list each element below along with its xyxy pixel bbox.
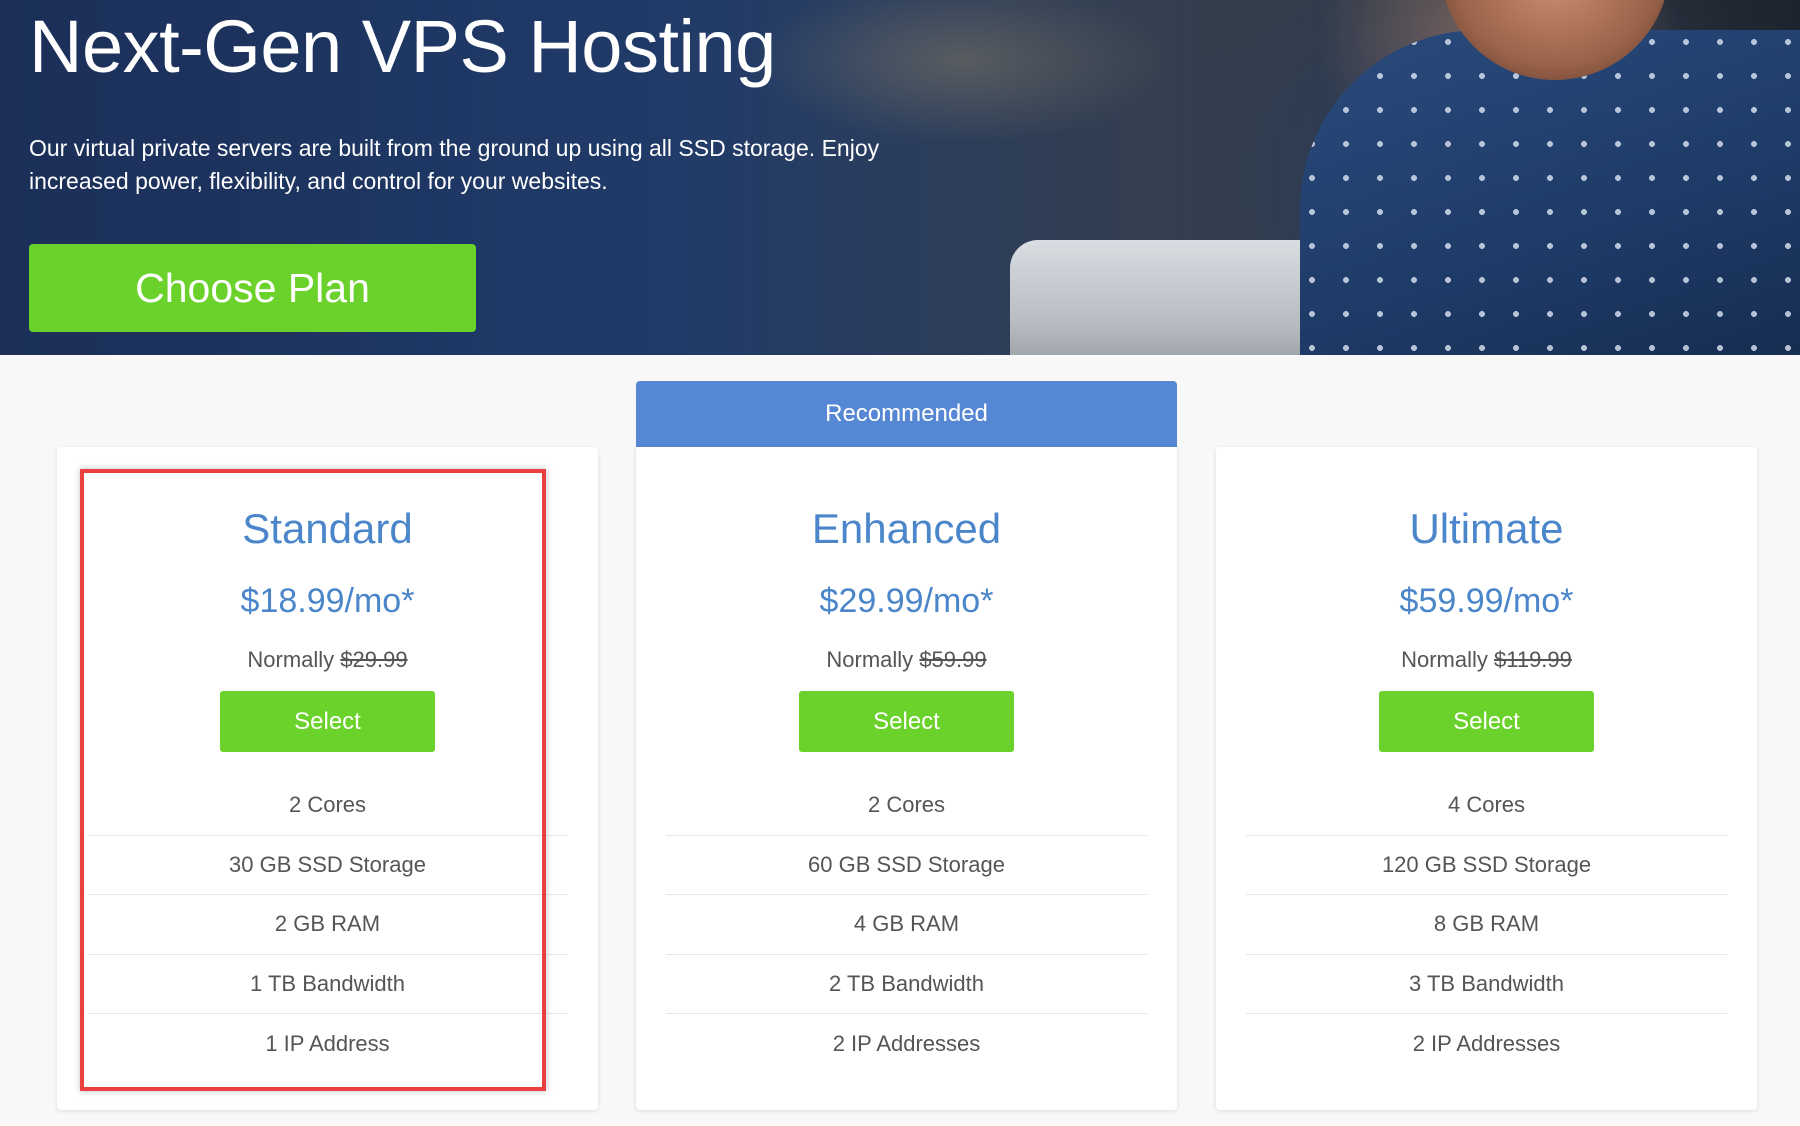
- feature-ip: 2 IP Addresses: [832, 1030, 981, 1056]
- normally-label: Normally: [247, 647, 335, 672]
- feature-cores: 2 Cores: [666, 776, 1147, 836]
- select-standard-button[interactable]: Select: [220, 691, 435, 752]
- normally-label: Normally: [1401, 647, 1488, 672]
- feature-bandwidth: 3 TB Bandwidth: [1246, 955, 1727, 1014]
- hero-description: Our virtual private servers are built fr…: [29, 135, 880, 194]
- plan-normal-price: Normally $59.99: [636, 647, 1177, 673]
- plan-card-enhanced: Enhanced $29.99/mo* Normally $59.99 Sele…: [636, 447, 1177, 1110]
- plan-name: Standard: [242, 505, 413, 552]
- select-ultimate-button[interactable]: Select: [1379, 691, 1594, 752]
- feature-bandwidth: 1 TB Bandwidth: [87, 955, 568, 1014]
- feature-list: 2 Cores 30 GB SSD Storage 2 GB RAM 1 TB …: [87, 776, 568, 1074]
- hero-title: Next-Gen VPS Hosting: [29, 5, 776, 88]
- feature-ip: 1 IP Address: [265, 1030, 390, 1056]
- original-price: $119.99: [1494, 647, 1572, 672]
- plan-name: Enhanced: [811, 505, 1002, 552]
- original-price: $29.99: [340, 647, 408, 672]
- feature-storage: 30 GB SSD Storage: [87, 836, 568, 895]
- hero-banner: Next-Gen VPS Hosting Our virtual private…: [0, 0, 1800, 355]
- select-enhanced-button[interactable]: Select: [799, 691, 1014, 752]
- plan-card-ultimate: Ultimate $59.99/mo* Normally $119.99 Sel…: [1216, 447, 1757, 1110]
- feature-bandwidth: 2 TB Bandwidth: [666, 955, 1147, 1014]
- plan-price: $18.99/mo*: [240, 582, 415, 620]
- feature-storage: 60 GB SSD Storage: [666, 836, 1147, 895]
- plan-normal-price: Normally $119.99: [1216, 647, 1757, 673]
- recommended-ribbon: Recommended: [636, 381, 1177, 447]
- original-price: $59.99: [919, 647, 987, 672]
- choose-plan-button[interactable]: Choose Plan: [29, 244, 476, 332]
- feature-ram: 2 GB RAM: [87, 895, 568, 955]
- feature-cores: 2 Cores: [87, 776, 568, 836]
- feature-list: 2 Cores 60 GB SSD Storage 4 GB RAM 2 TB …: [666, 776, 1147, 1074]
- normally-label: Normally: [826, 647, 914, 672]
- plan-normal-price: Normally $29.99: [57, 647, 598, 673]
- feature-cores: 4 Cores: [1246, 776, 1727, 836]
- feature-storage: 120 GB SSD Storage: [1246, 836, 1727, 895]
- feature-ram: 8 GB RAM: [1246, 895, 1727, 955]
- plan-price: $29.99/mo*: [819, 582, 994, 620]
- feature-ram: 4 GB RAM: [666, 895, 1147, 955]
- feature-list: 4 Cores 120 GB SSD Storage 8 GB RAM 3 TB…: [1246, 776, 1727, 1074]
- plan-name: Ultimate: [1409, 505, 1564, 552]
- plan-price: $59.99/mo*: [1399, 582, 1574, 620]
- feature-ip: 2 IP Addresses: [1412, 1030, 1561, 1056]
- plan-card-standard: Standard $18.99/mo* Normally $29.99 Sele…: [57, 447, 598, 1110]
